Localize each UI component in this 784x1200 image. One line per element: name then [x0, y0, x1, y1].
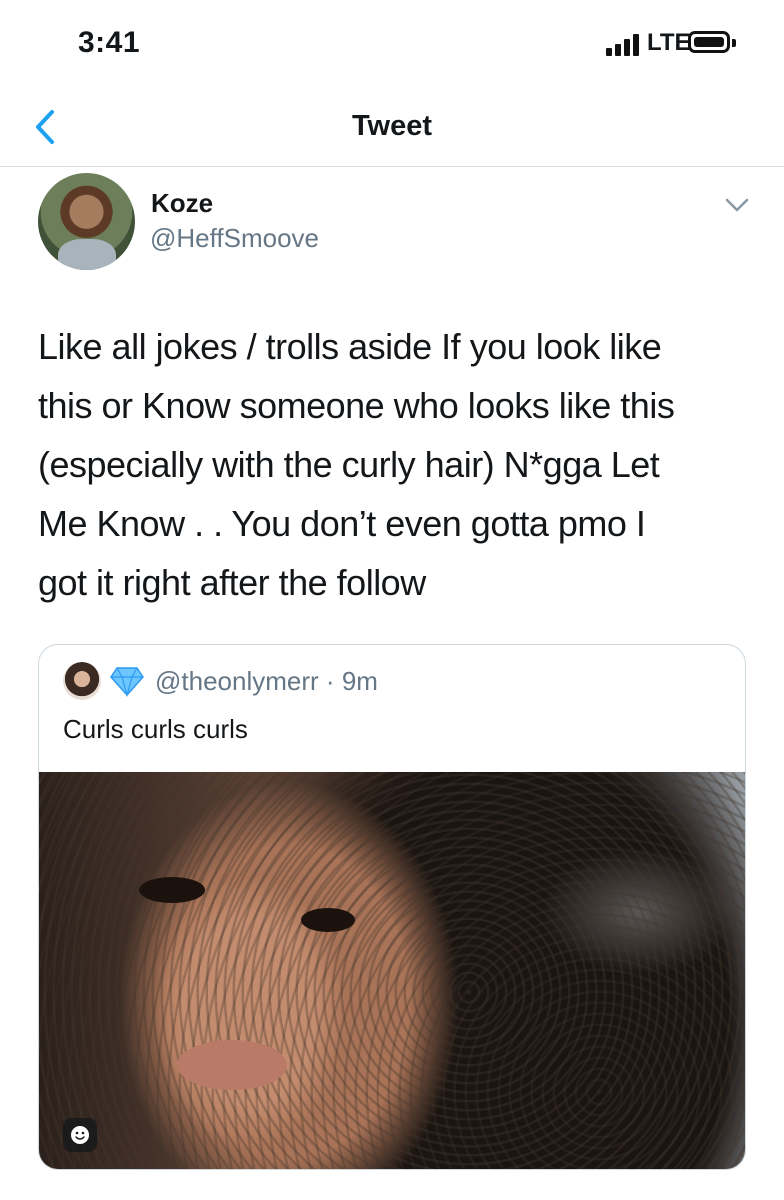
status-bar: 3:41 LTE [0, 0, 784, 90]
author-name[interactable]: Koze [151, 188, 213, 219]
quoted-tweet-photo[interactable] [39, 772, 745, 1169]
network-type: LTE [647, 29, 691, 56]
quoted-tweet-card[interactable]: @theonlymerr · 9m Curls curls curls [38, 644, 746, 1170]
quoted-handle: @theonlymerr [155, 666, 319, 696]
stickers-button[interactable] [63, 1118, 97, 1152]
tweet-text-line: Like all jokes / trolls aside If you loo… [38, 326, 662, 367]
tweet-text-line: got it right after the follow [38, 562, 426, 603]
quoted-time: 9m [341, 666, 378, 696]
photo-lips [177, 1040, 287, 1090]
nav-bar: Tweet [0, 90, 784, 167]
tweet-text-line: Me Know . . You don’t even gotta pmo I [38, 503, 646, 544]
quoted-author-handle: @theonlymerr · 9m [155, 666, 378, 697]
photo-eye [139, 877, 205, 903]
battery-icon [688, 31, 736, 53]
signal-icon [606, 32, 640, 56]
tweet-text-line: this or Know someone who looks like this [38, 385, 675, 426]
quoted-separator: · [325, 666, 335, 696]
page-title: Tweet [351, 110, 433, 142]
photo-hair [39, 772, 745, 1169]
smiley-icon [71, 1126, 89, 1144]
quoted-author-avatar [63, 662, 101, 700]
more-options-button[interactable] [724, 196, 750, 214]
author-avatar[interactable] [38, 173, 135, 270]
status-time: 3:41 [78, 26, 141, 59]
tweet-text: Like all jokes / trolls aside If you loo… [38, 317, 748, 612]
diamond-icon [110, 667, 144, 697]
photo-eye [301, 908, 355, 932]
chevron-down-icon [725, 198, 749, 212]
tweet-text-line: (especially with the curly hair) N*gga L… [38, 444, 660, 485]
quoted-tweet-text: Curls curls curls [63, 714, 248, 744]
author-handle[interactable]: @HeffSmoove [150, 223, 319, 254]
